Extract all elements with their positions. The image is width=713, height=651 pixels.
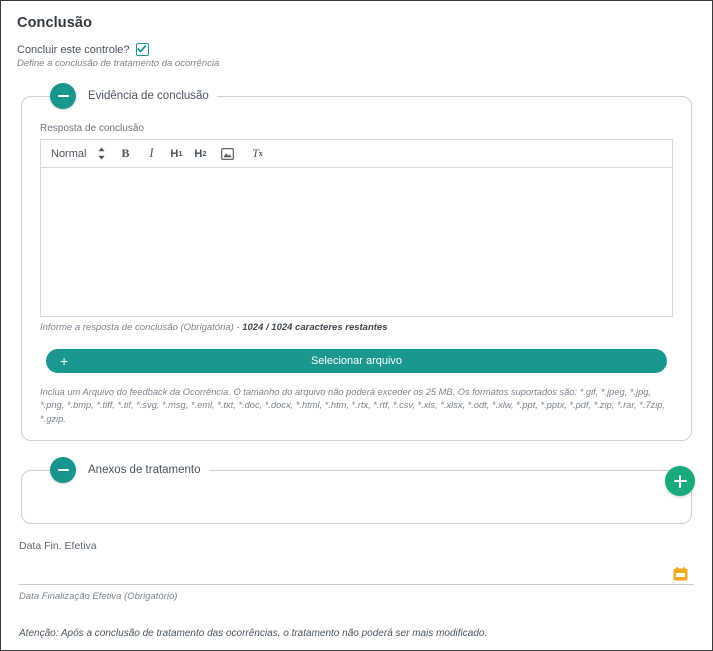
attachments-group-title: Anexos de tratamento (88, 464, 201, 477)
answer-input[interactable] (40, 167, 673, 317)
evidence-group-title: Evidência de conclusão (88, 90, 209, 102)
select-file-label: Selecionar arquivo (310, 355, 403, 367)
minus-icon[interactable] (50, 457, 76, 484)
page-title: Conclusão (17, 15, 93, 31)
format-select[interactable]: Normal (51, 143, 90, 165)
date-field-row[interactable] (19, 560, 694, 586)
heading-2-letter: H (194, 147, 203, 160)
heading-1-letter: H (170, 147, 179, 160)
page-content: Conclusão Concluir este controle? Define… (1, 1, 712, 639)
conclude-control-hint: Define a conclusão de tratamento da ocor… (17, 58, 220, 69)
attachments-group: Anexos de tratamento (21, 457, 695, 525)
bold-icon[interactable]: B (112, 143, 138, 165)
italic-icon[interactable]: I (138, 143, 164, 165)
supported-formats-hint: Inclua um Arquivo do feedback da Ocorrên… (40, 387, 666, 424)
editor-toolbar: Normal B I H1 H2 T x (40, 139, 673, 167)
page-root: Conclusão Concluir este controle? Define… (0, 0, 713, 651)
select-file-button[interactable]: + Selecionar arquivo (46, 349, 667, 373)
conclude-control-checkbox[interactable] (135, 43, 149, 56)
evidence-group: Evidência de conclusão Resposta de concl… (21, 83, 692, 442)
attachments-group-legend: Anexos de tratamento (50, 457, 209, 484)
answer-char-hint: Informe a resposta de conclusão (Obrigat… (40, 322, 677, 333)
image-icon[interactable] (212, 143, 242, 165)
clear-format-sub: x (258, 149, 263, 158)
conclude-control-label: Concluir este controle? (17, 43, 130, 56)
heading-1-level: 1 (178, 149, 183, 158)
plus-icon: + (60, 353, 69, 369)
attachments-list (36, 489, 677, 513)
minus-icon[interactable] (50, 83, 76, 109)
clear-format-letter: T (252, 146, 259, 160)
date-field-label: Data Fin. Efetiva (19, 540, 97, 553)
footer-warning: Atenção: Após a conclusão de tratamento … (19, 628, 488, 640)
heading-2-icon[interactable]: H2 (188, 143, 212, 165)
clear-format-icon[interactable]: Tx (242, 143, 272, 165)
evidence-group-legend: Evidência de conclusão (50, 83, 217, 109)
answer-field-label: Resposta de conclusão (40, 123, 144, 134)
updown-caret-icon[interactable] (90, 143, 112, 165)
calendar-icon[interactable] (673, 567, 688, 581)
date-field-hint: Data Finalização Efetiva (Obrigatório) (19, 591, 178, 603)
heading-2-level: 2 (202, 149, 207, 158)
check-icon (136, 44, 146, 53)
answer-char-hint-prefix: Informe a resposta de conclusão (Obrigat… (40, 322, 243, 333)
add-attachment-button[interactable] (665, 466, 695, 497)
heading-1-icon[interactable]: H1 (164, 143, 188, 165)
rich-text-editor: Normal B I H1 H2 T x (40, 139, 673, 317)
conclude-control-row: Concluir este controle? (17, 43, 698, 56)
answer-char-counter: 1024 / 1024 caracteres restantes (242, 322, 388, 333)
